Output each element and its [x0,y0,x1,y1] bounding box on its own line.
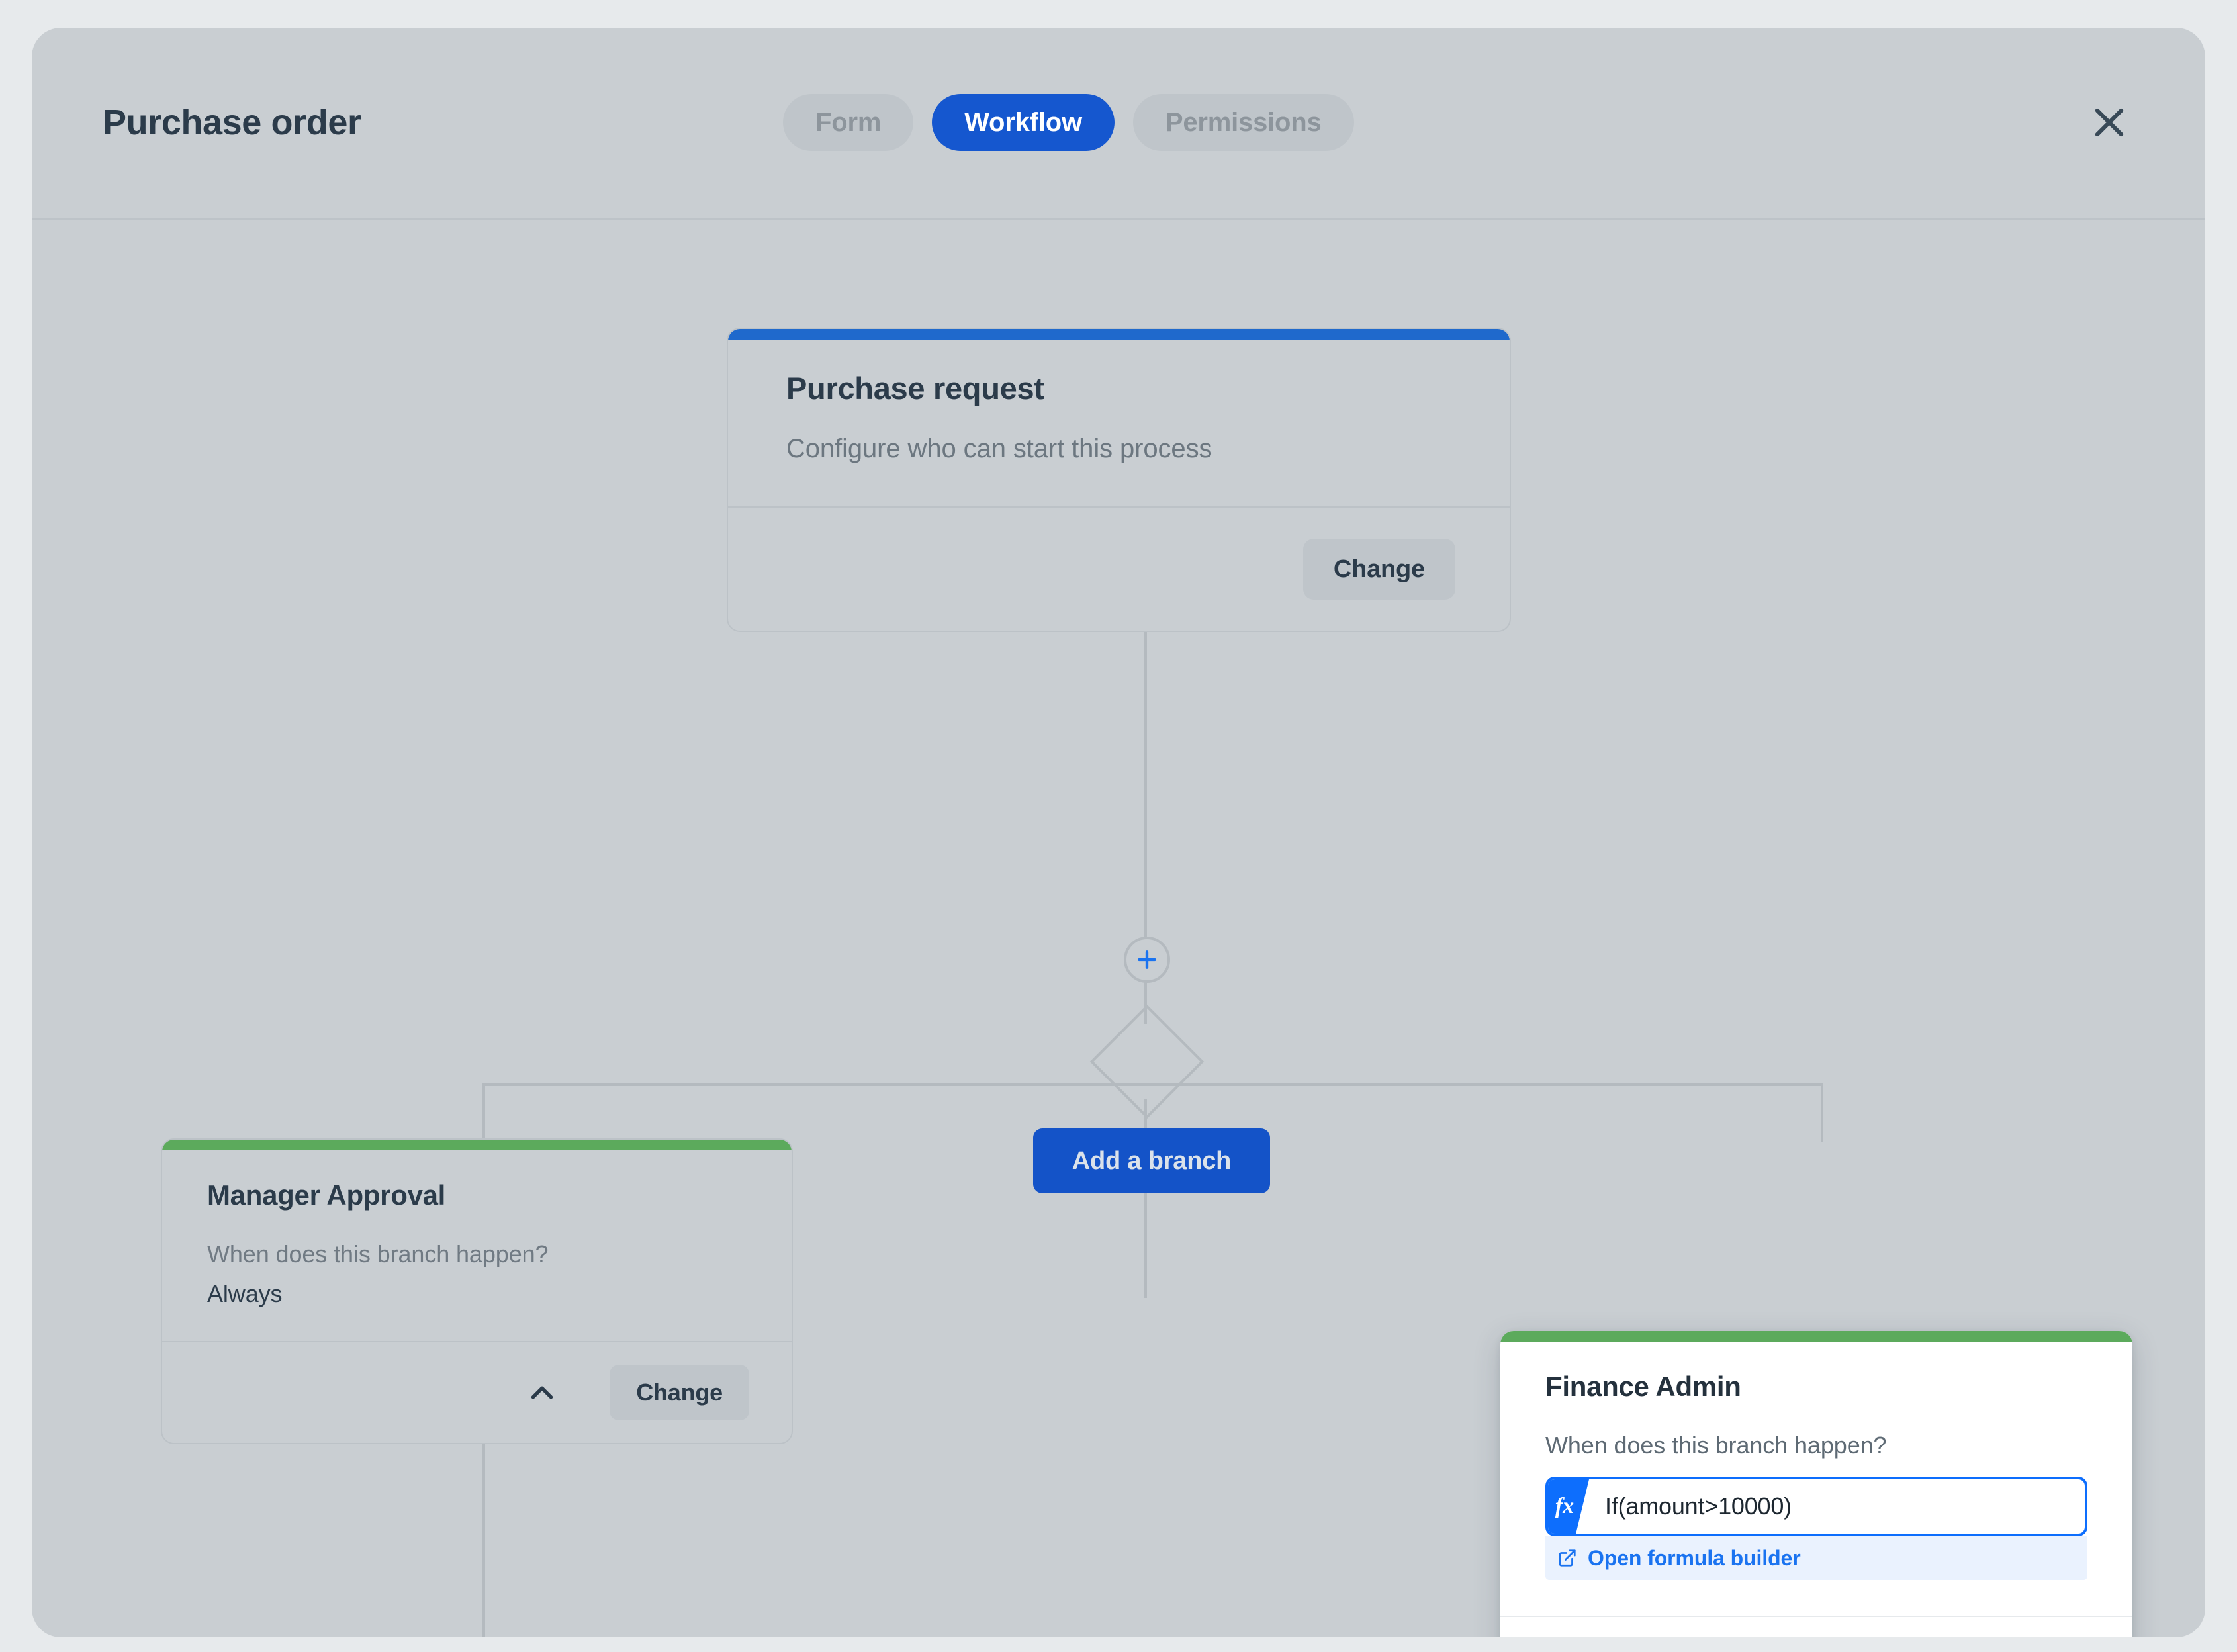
app-frame: Purchase order Form Workflow Permissions [0,0,2237,1652]
modal-header: Purchase order Form Workflow Permissions [32,28,2205,220]
trigger-card-accent-bar [728,329,1510,340]
trigger-card-title: Purchase request [786,371,1044,406]
trigger-change-button[interactable]: Change [1302,539,1455,600]
branch-change-button[interactable]: Change [610,1365,749,1420]
diamond-node[interactable] [1089,1004,1205,1119]
workflow-modal: Purchase order Form Workflow Permissions [32,28,2205,1637]
fx-icon-label: fx [1555,1494,1575,1518]
branch-card-manager-approval[interactable]: Manager Approval When does this branch h… [161,1138,793,1444]
page-title: Purchase order [103,103,361,142]
branch-card-footer: Change [162,1342,792,1443]
connector-trigger-to-plus [1144,625,1147,937]
fx-icon: fx [1548,1479,1589,1534]
tab-group: Form Workflow Permissions [783,94,1354,151]
trigger-card-subtitle: Configure who can start this process [786,434,1212,463]
tab-workflow[interactable]: Workflow [932,94,1115,151]
plus-icon[interactable] [1124,937,1170,983]
branch-card-body: Finance Admin When does this branch happ… [1500,1342,2132,1617]
workflow-canvas: Purchase request Configure who can start… [32,222,2205,1637]
close-icon[interactable] [2083,96,2136,149]
branch-card-title: Finance Admin [1545,1371,1741,1402]
connector-drop-left [482,1083,485,1142]
trigger-card[interactable]: Purchase request Configure who can start… [727,328,1511,632]
branch-card-title: Manager Approval [207,1179,446,1211]
formula-input[interactable] [1589,1479,2085,1534]
branch-accent-bar [1500,1331,2132,1342]
open-formula-builder-label: Open formula builder [1588,1545,1801,1570]
tab-form[interactable]: Form [783,94,914,151]
formula-input-wrapper[interactable]: fx [1545,1477,2087,1536]
branch-accent-bar [162,1140,792,1150]
connector-drop-right [1821,1083,1823,1142]
add-branch-button[interactable]: Add a branch [1033,1128,1270,1193]
branch-card-body: Manager Approval When does this branch h… [162,1150,792,1342]
open-formula-builder-link[interactable]: Open formula builder [1545,1536,2087,1580]
branch-condition-value: Always [207,1280,283,1307]
branch-card-footer: Save [1500,1617,2132,1637]
trigger-card-body: Purchase request Configure who can start… [728,340,1510,508]
trigger-card-footer: Change [728,508,1510,631]
tab-permissions[interactable]: Permissions [1132,94,1354,151]
external-link-icon [1557,1548,1577,1568]
branch-card-finance-admin[interactable]: Finance Admin When does this branch happ… [1500,1331,2132,1637]
branch-condition-question: When does this branch happen? [1545,1432,1887,1459]
branch-condition-question: When does this branch happen? [207,1240,549,1267]
chevron-up-icon[interactable] [517,1367,567,1418]
